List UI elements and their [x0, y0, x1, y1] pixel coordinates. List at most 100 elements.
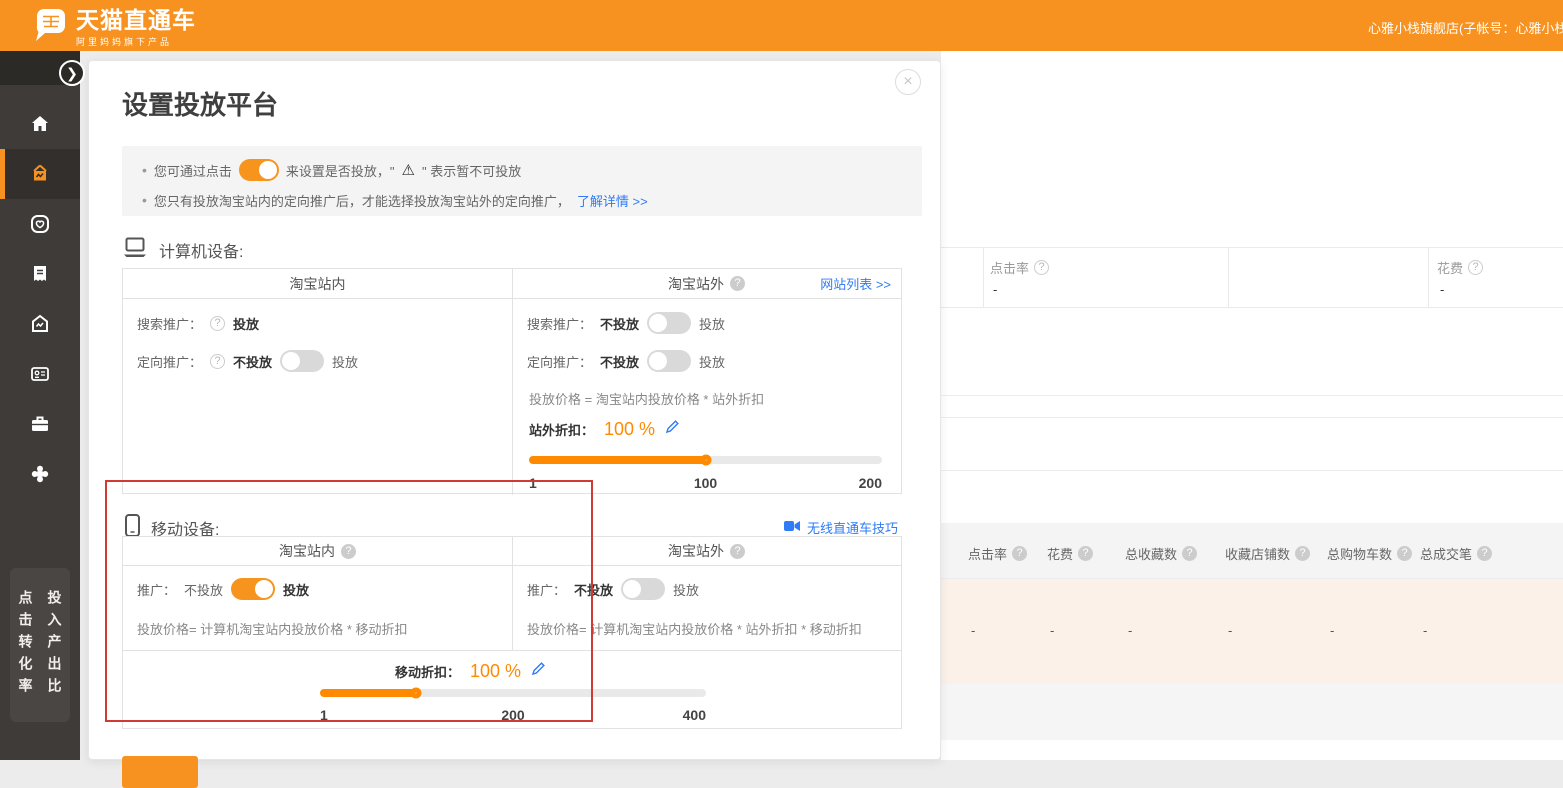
- left-sidebar: ❯: [0, 51, 80, 760]
- help-icon[interactable]: ?: [1182, 546, 1197, 561]
- offsite-discount-slider[interactable]: [529, 456, 882, 464]
- mobile-in-formula: 投放价格= 计算机淘宝站内投放价格 * 移动折扣: [137, 619, 408, 638]
- help-icon[interactable]: ?: [1468, 260, 1483, 275]
- sidebar-collapse-button[interactable]: ❯: [59, 60, 85, 86]
- submit-button[interactable]: [122, 756, 198, 788]
- mobile-discount-label: 移动折扣：: [395, 662, 460, 681]
- tick-max: 400: [683, 707, 706, 723]
- help-icon[interactable]: ?: [341, 544, 356, 559]
- metric-click-conversion: 点击转化率: [16, 590, 36, 722]
- mobile-discount-value: 100 %: [470, 661, 521, 682]
- set-platform-modal: × 设置投放平台 • 您可通过点击 来设置是否投放，" ⚠ " 表示暂不可投放 …: [88, 60, 941, 760]
- help-icon[interactable]: ?: [210, 316, 225, 331]
- tip1-text: 您可通过点击: [154, 161, 232, 180]
- briefcase-icon: [28, 412, 52, 436]
- app-subtitle: 阿里妈妈旗下产品: [76, 35, 196, 48]
- kpi-cost-label: 花费 ?: [1437, 258, 1483, 277]
- toggle-knob: [255, 580, 273, 598]
- learn-more-link[interactable]: 了解详情 >>: [577, 191, 648, 210]
- computer-in-target-row: 定向推广： ? 不投放 投放: [137, 349, 358, 373]
- table-row-highlighted: [941, 579, 1563, 684]
- wireless-tips-link[interactable]: 无线直通车技巧: [784, 518, 898, 537]
- sidebar-item-home[interactable]: [0, 99, 80, 149]
- sidebar-metrics-panel: 点击转化率 投入产出比: [10, 568, 70, 722]
- col-favorites: 总收藏数?: [1125, 544, 1197, 563]
- sidebar-nav: [0, 99, 80, 499]
- sidebar-item-campaign[interactable]: [0, 149, 80, 199]
- kpi-cost-value: -: [1440, 282, 1444, 297]
- offsite-discount-row: 站外折扣： 100 %: [529, 417, 680, 441]
- computer-section-title: 计算机设备:: [159, 238, 243, 262]
- edit-pencil-icon[interactable]: [665, 419, 680, 439]
- help-icon[interactable]: ?: [1078, 546, 1093, 561]
- mobile-in-promo-row: 推广： 不投放 投放: [137, 577, 309, 601]
- dashboard-background: 点击率 ? - 花费 ? - 点击率? 花费? 总收藏数? 收藏店铺数? 总购物…: [941, 51, 1563, 760]
- help-icon[interactable]: ?: [1295, 546, 1310, 561]
- creative-icon: [28, 312, 52, 336]
- bullet-icon: •: [142, 162, 147, 178]
- account-name[interactable]: 心雅小栈旗舰店(子帐号：心雅小栈: [1368, 18, 1563, 37]
- help-icon[interactable]: ?: [1397, 546, 1412, 561]
- mobile-in-site-header: 淘宝站内 ?: [123, 537, 512, 565]
- slider-thumb[interactable]: [410, 688, 421, 699]
- computer-out-target-toggle[interactable]: [647, 350, 691, 372]
- help-icon[interactable]: ?: [1012, 546, 1027, 561]
- tick-mid: 200: [501, 707, 524, 723]
- computer-price-formula: 投放价格 = 淘宝站内投放价格 * 站外折扣: [529, 389, 764, 408]
- id-card-icon: [28, 362, 52, 386]
- website-list-link[interactable]: 网站列表 >>: [820, 274, 891, 293]
- column-divider: [512, 269, 513, 495]
- tick-min: 1: [529, 475, 537, 491]
- sidebar-item-creative[interactable]: [0, 299, 80, 349]
- tick-mid: 100: [694, 475, 717, 491]
- bullet-icon: •: [142, 192, 147, 208]
- tip1-text: 来设置是否投放，": [286, 161, 395, 180]
- mobile-discount-slider[interactable]: [320, 689, 706, 697]
- kpi-divider: [1228, 247, 1229, 308]
- table-row: [941, 684, 1563, 740]
- computer-in-target-toggle[interactable]: [280, 350, 324, 372]
- col-cost: 花费?: [1047, 544, 1093, 563]
- mobile-table: 淘宝站内 ? 淘宝站外 ? 推广： 不投放 投放 投放价格= 计算机淘宝站内投放…: [122, 536, 902, 729]
- help-icon[interactable]: ?: [730, 276, 745, 291]
- help-icon[interactable]: ?: [210, 354, 225, 369]
- sidebar-item-report[interactable]: [0, 249, 80, 299]
- slider-thumb[interactable]: [700, 455, 711, 466]
- metric-roi: 投入产出比: [45, 590, 65, 722]
- toggle-knob: [623, 580, 641, 598]
- cell-value: -: [1228, 623, 1232, 638]
- toggle-knob: [282, 352, 300, 370]
- example-toggle[interactable]: [239, 159, 279, 181]
- mobile-out-formula: 投放价格= 计算机淘宝站内投放价格 * 站外折扣 * 移动折扣: [527, 619, 862, 638]
- sidebar-item-account-card[interactable]: [0, 349, 80, 399]
- mobile-in-promo-toggle[interactable]: [231, 578, 275, 600]
- computer-out-search-row: 搜索推广： 不投放 投放: [527, 311, 725, 335]
- tip1-text: " 表示暂不可投放: [422, 161, 521, 180]
- apps-icon: [28, 462, 52, 486]
- modal-title: 设置投放平台: [122, 85, 278, 122]
- help-icon[interactable]: ?: [730, 544, 745, 559]
- divider-line: [941, 417, 1563, 418]
- sidebar-item-favorites[interactable]: [0, 199, 80, 249]
- sidebar-item-apps[interactable]: [0, 449, 80, 499]
- toggle-knob: [649, 352, 667, 370]
- tick-min: 1: [320, 707, 328, 723]
- report-icon: [28, 262, 52, 286]
- kpi-row: [941, 247, 1563, 308]
- close-icon[interactable]: ×: [895, 69, 921, 95]
- cell-value: -: [1050, 623, 1054, 638]
- mobile-out-promo-toggle[interactable]: [621, 578, 665, 600]
- divider-line: [941, 395, 1563, 396]
- computer-in-search-row: 搜索推广： ? 投放: [137, 311, 259, 335]
- help-icon[interactable]: ?: [1034, 260, 1049, 275]
- computer-out-search-toggle[interactable]: [647, 312, 691, 334]
- edit-pencil-icon[interactable]: [531, 661, 546, 681]
- app-logo: 天猫直通车 阿里妈妈旗下产品: [30, 7, 196, 49]
- sidebar-item-toolbox[interactable]: [0, 399, 80, 449]
- kpi-ctr-value: -: [993, 282, 997, 297]
- offsite-discount-value: 100 %: [604, 419, 655, 440]
- tick-max: 200: [859, 475, 882, 491]
- help-icon[interactable]: ?: [1477, 546, 1492, 561]
- cell-value: -: [971, 623, 975, 638]
- tip-line-2: • 您只有投放淘宝站内的定向推广后，才能选择投放淘宝站外的定向推广， 了解详情 …: [142, 188, 648, 212]
